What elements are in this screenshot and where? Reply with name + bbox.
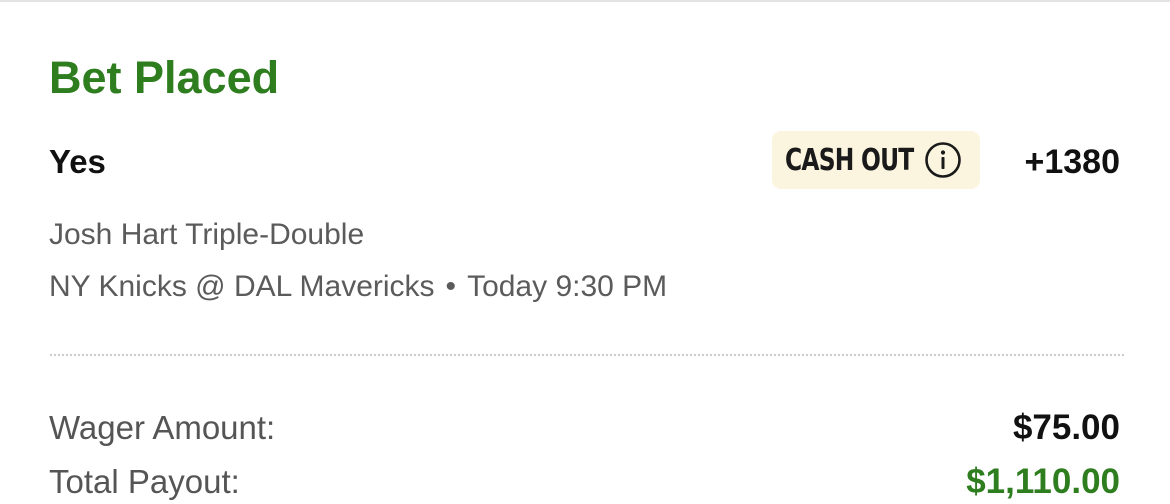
event-time: Today 9:30 PM bbox=[467, 270, 668, 303]
bet-selection: Yes bbox=[49, 143, 106, 180]
total-payout-label: Total Payout: bbox=[49, 463, 240, 500]
event-matchup: NY Knicks @ DAL Mavericks bbox=[49, 270, 435, 303]
event-line: NY Knicks @ DAL Mavericks • Today 9:30 PM bbox=[49, 267, 667, 307]
cash-out-label: CASH OUT bbox=[785, 142, 914, 178]
info-circle-icon[interactable] bbox=[924, 141, 962, 179]
wager-amount-label: Wager Amount: bbox=[49, 409, 276, 446]
top-divider bbox=[0, 0, 1170, 2]
dotted-divider bbox=[49, 353, 1124, 357]
separator-dot: • bbox=[445, 270, 457, 303]
total-payout-value: $1,110.00 bbox=[966, 462, 1120, 501]
bet-odds: +1380 bbox=[1024, 143, 1121, 181]
cash-out-button[interactable]: CASH OUT bbox=[772, 131, 980, 189]
bet-market: Josh Hart Triple-Double bbox=[49, 218, 365, 251]
wager-amount-value: $75.00 bbox=[1012, 408, 1120, 447]
page-title: Bet Placed bbox=[49, 52, 280, 103]
